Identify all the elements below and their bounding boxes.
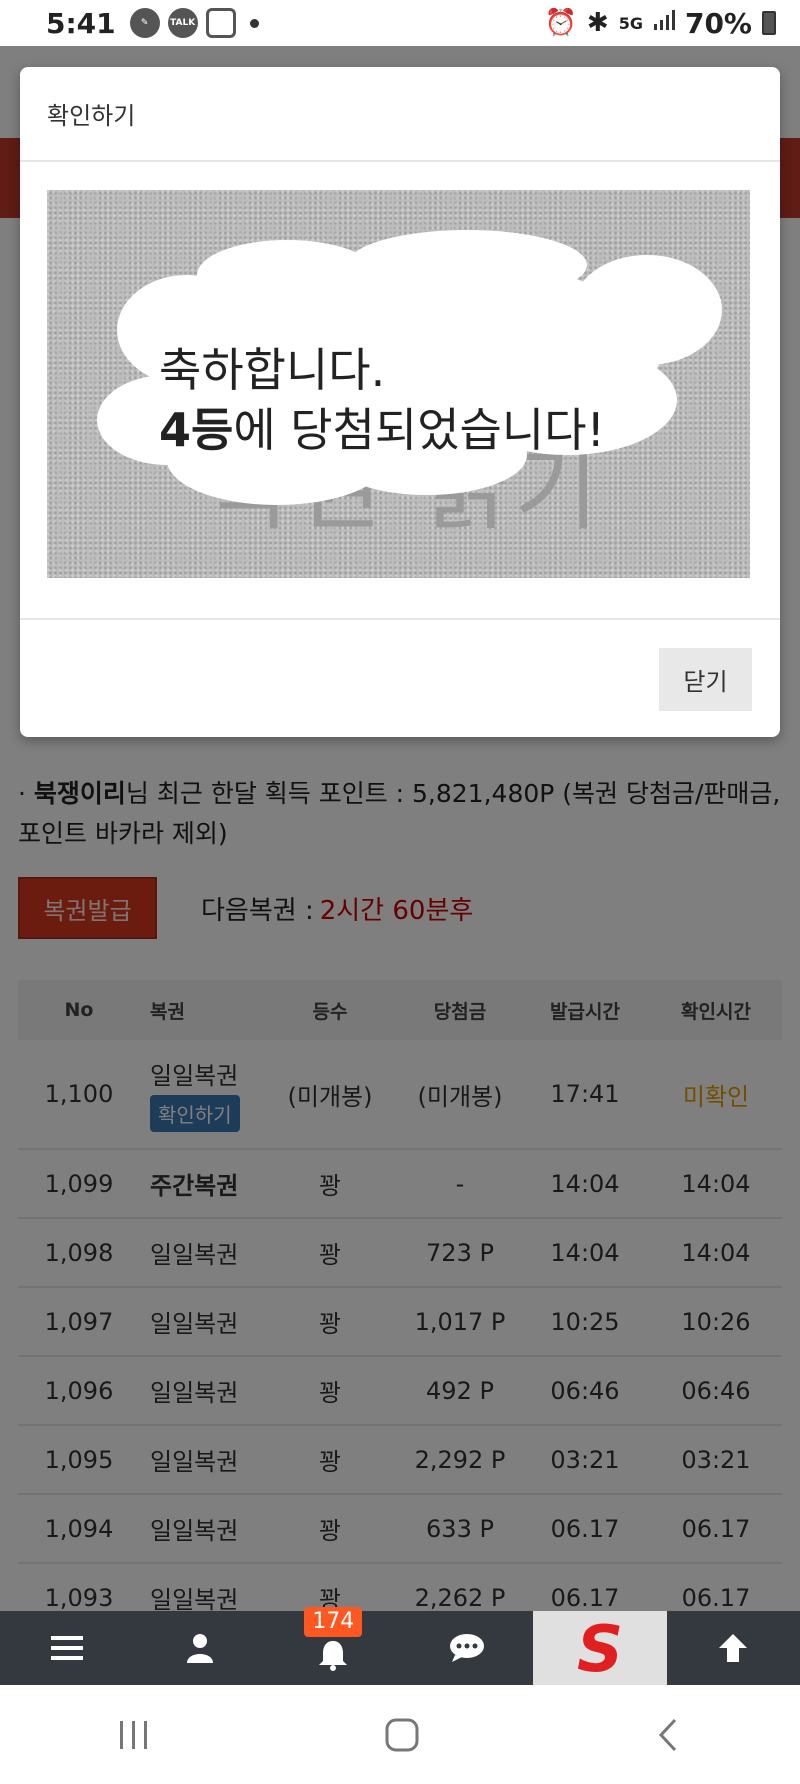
battery-icon [762, 11, 776, 35]
logo-letter: S [577, 1617, 623, 1679]
site-logo: S [577, 1617, 623, 1679]
nav-scroll-top[interactable] [667, 1611, 800, 1685]
result-message: 축하합니다. 4등에 당첨되었습니다! [159, 340, 605, 460]
home-icon[interactable] [384, 1717, 420, 1753]
nav-logo[interactable]: S [533, 1611, 667, 1685]
battery-percent: 70% [684, 6, 752, 40]
nav-chat[interactable] [400, 1611, 533, 1685]
nav-menu[interactable] [0, 1611, 133, 1685]
app-icon [205, 8, 236, 38]
status-bar: 5:41 ✎ TALK ⏰ ✱ 5G 70% [0, 0, 800, 46]
network-label: 5G [618, 13, 643, 33]
status-right: ⏰ ✱ 5G 70% [545, 7, 776, 40]
modal-footer: 닫기 [20, 620, 780, 735]
menu-icon [50, 1636, 83, 1660]
arrow-up-icon [719, 1634, 748, 1662]
kakaotalk-icon: TALK [167, 8, 198, 38]
scratch-card[interactable]: 복권 긁기 축하합니다. 4등에 당첨되었습니다! [47, 190, 750, 578]
result-line1: 축하합니다. [159, 343, 386, 397]
confirm-modal: 확인하기 복권 긁기 축하합니다. 4등에 당첨되었습니다 [20, 67, 780, 737]
modal-body: 복권 긁기 축하합니다. 4등에 당첨되었습니다! [20, 162, 780, 620]
close-button[interactable]: 닫기 [659, 648, 752, 711]
result-line2: 4등에 당첨되었습니다! [159, 400, 605, 460]
recents-icon[interactable] [117, 1718, 151, 1752]
pen-icon: ✎ [129, 8, 160, 38]
chat-icon [449, 1634, 484, 1662]
nav-notifications[interactable]: 174 [267, 1607, 400, 1685]
nav-user[interactable] [133, 1611, 266, 1685]
bottom-nav: 174 S [0, 1607, 800, 1685]
status-time: 5:41 [46, 6, 116, 40]
modal-header: 확인하기 [20, 67, 780, 162]
result-rank: 4등 [159, 403, 234, 457]
system-nav [0, 1685, 800, 1784]
notification-dot [249, 18, 259, 28]
back-icon[interactable] [653, 1717, 683, 1753]
signal-icon [653, 8, 675, 38]
bell-icon [319, 1641, 348, 1671]
bluetooth-icon: ✱ [586, 8, 609, 38]
alarm-icon: ⏰ [544, 8, 577, 38]
result-line2-text: 에 당첨되었습니다! [233, 403, 605, 457]
modal-title: 확인하기 [47, 102, 136, 130]
user-icon [186, 1634, 213, 1663]
notification-badge: 174 [304, 1607, 363, 1637]
